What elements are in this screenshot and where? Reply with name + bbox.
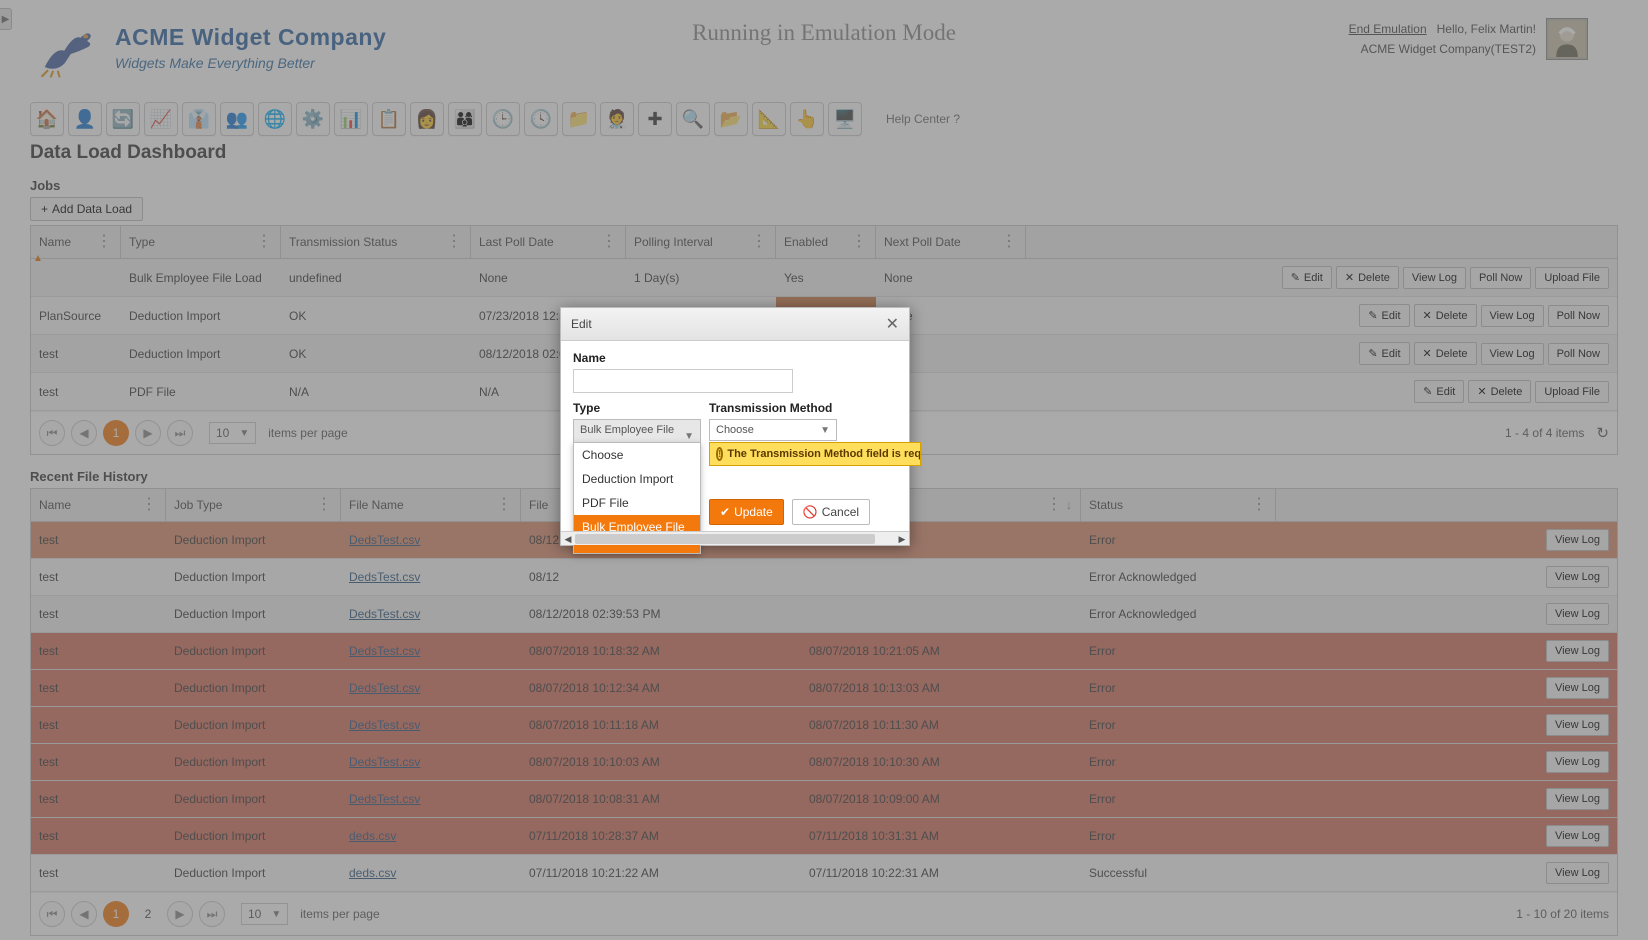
validation-warning: ! The Transmission Method field is req bbox=[709, 442, 921, 466]
type-label: Type bbox=[573, 401, 701, 415]
dropdown-option[interactable]: PDF File bbox=[574, 491, 700, 515]
dropdown-option[interactable]: Choose bbox=[574, 443, 700, 467]
warning-icon: ! bbox=[716, 447, 723, 461]
modal-hscrollbar[interactable]: ◀ ▶ bbox=[561, 531, 909, 545]
update-label: Update bbox=[734, 505, 773, 519]
scroll-left-icon[interactable]: ◀ bbox=[561, 532, 575, 546]
close-icon[interactable]: ✕ bbox=[886, 314, 899, 334]
scroll-right-icon[interactable]: ▶ bbox=[895, 532, 909, 546]
edit-modal: Edit ✕ Name Type Bulk Employee File ... … bbox=[560, 307, 910, 546]
validation-warning-text: The Transmission Method field is req bbox=[727, 448, 921, 460]
cancel-icon: 🚫 bbox=[803, 505, 818, 519]
check-icon: ✔ bbox=[720, 505, 730, 519]
chevron-down-icon: ▼ bbox=[684, 431, 694, 442]
chevron-down-icon: ▼ bbox=[820, 425, 830, 436]
dropdown-option[interactable]: Deduction Import bbox=[574, 467, 700, 491]
cancel-label: Cancel bbox=[822, 505, 859, 519]
transmission-label: Transmission Method bbox=[709, 401, 837, 415]
cancel-button[interactable]: 🚫 Cancel bbox=[792, 499, 870, 525]
name-label: Name bbox=[573, 351, 897, 365]
modal-title: Edit bbox=[571, 317, 592, 331]
transmission-select-value: Choose bbox=[716, 424, 754, 436]
scroll-thumb[interactable] bbox=[575, 534, 875, 544]
update-button[interactable]: ✔ Update bbox=[709, 499, 784, 525]
transmission-select[interactable]: Choose ▼ bbox=[709, 419, 837, 441]
name-input[interactable] bbox=[573, 369, 793, 393]
